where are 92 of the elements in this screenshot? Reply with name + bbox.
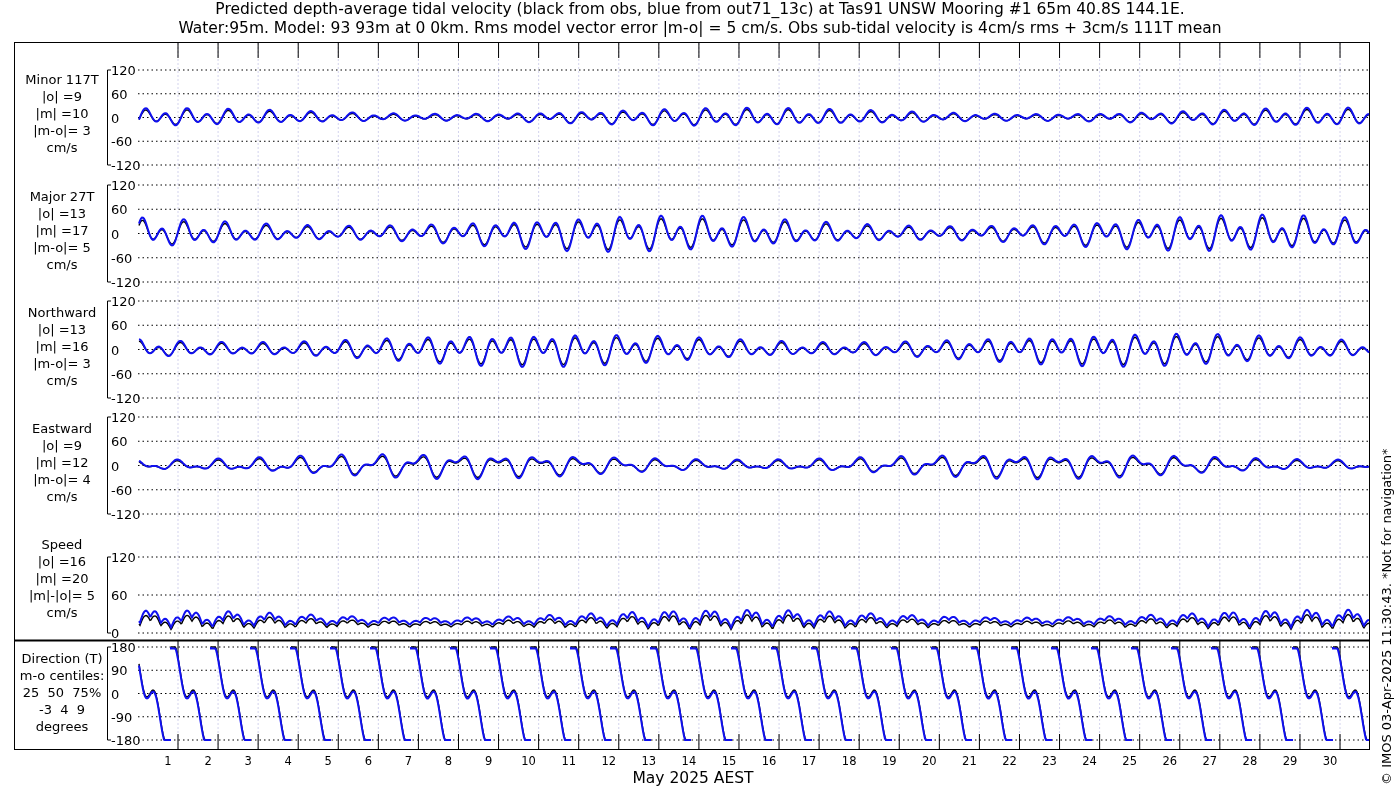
axis-tick-label: -120 [111,158,141,173]
axis-tick-label: 25 [1122,754,1137,768]
panel-label: cm/s [46,257,78,272]
axis-tick-label: 15 [721,754,737,768]
panel-label: |o| =9 [42,438,82,453]
axis-tick-label: 60 [111,318,128,334]
panel-label: |m|-|o|= 5 [28,588,96,603]
axis-tick-label: 60 [111,434,128,450]
axis-tick-label: 120 [111,410,136,425]
axis-tick-label: -60 [111,250,133,266]
panel-label: |m| =17 [35,223,89,238]
axis-tick-label: 17 [801,754,817,768]
axis-tick-label: 29 [1282,754,1298,768]
panel-label: |m-o|= 5 [33,240,91,255]
panel-label: |m-o|= 4 [33,472,91,487]
axis-tick-label: -90 [111,709,133,725]
panel-label: |o| =13 [37,206,87,221]
axis-tick-label: 120 [111,63,136,78]
panel-label: |m-o|= 3 [33,356,91,371]
axis-tick-label: 4 [284,754,292,768]
axis-tick-label: -60 [111,366,133,382]
panel-label: -3 4 9 [39,702,85,717]
axis-tick-label: 14 [681,754,697,768]
axis-tick-label: 7 [404,754,413,768]
axis-tick-label: -120 [111,507,141,522]
axis-tick-label: 0 [111,110,120,126]
panel-label: 25 50 75% [22,685,102,700]
panel-label: |m| =16 [35,339,89,354]
copyright-note: © IMOS 03-Apr-2025 11:30:43. *Not for navigation* [1379,448,1394,785]
axis-tick-label: 13 [641,754,657,768]
axis-tick-label: 120 [111,294,136,309]
axis-tick-label: 2 [204,754,212,768]
axis-tick-label: 21 [962,754,977,768]
axis-tick-label: 0 [111,626,120,641]
panel-label: Northward [27,305,97,320]
axis-tick-label: 0 [111,226,120,242]
axis-tick-label: 9 [484,754,493,768]
panel-label: |m| =20 [35,571,89,586]
axis-tick-label: 12 [601,754,617,768]
panel-label: |m| =12 [35,455,89,470]
axis-tick-label: 8 [444,754,453,768]
axis-tick-label: 60 [111,202,128,218]
axis-tick-label: 26 [1162,754,1178,768]
axis-tick-label: 90 [111,663,128,679]
panel-label: |m-o|= 3 [33,123,91,138]
panel-label: |o| =9 [42,89,82,104]
panel-label: cm/s [46,373,78,388]
axis-tick-label: 0 [111,458,120,474]
axis-tick-label: 120 [111,550,136,565]
axis-tick-label: 18 [841,754,857,768]
panel-label: m-o centiles: [19,668,105,683]
axis-tick-label: 11 [561,754,576,768]
panel-label: Minor 117T [25,72,99,87]
axis-tick-label: -180 [111,733,141,748]
axis-tick-label: 22 [1002,754,1017,768]
chart-title: Water:95m. Model: 93 93m at 0 0km. Rms model vector error |m-o| = 5 cm/s. Obs sub-tidal velocity is 4cm/s rms + 3cm/s 111T mean [178,19,1222,37]
axis-tick-label: 28 [1242,754,1258,768]
panel-label: |o| =16 [37,554,87,569]
axis-tick-label: 0 [111,686,120,702]
axis-tick-label: 3 [244,754,252,768]
axis-tick-label: 60 [111,86,128,102]
panel-label: Major 27T [29,189,95,204]
axis-tick-label: 120 [111,178,136,193]
axis-tick-label: 60 [111,588,128,603]
panel-label: |m| =10 [35,106,89,121]
axis-title: May 2025 AEST [632,769,754,787]
axis-tick-label: -60 [111,482,133,498]
axis-tick-label: 10 [521,754,536,768]
axis-tick-label: 23 [1042,754,1057,768]
axis-tick-label: -120 [111,391,141,406]
panel-label: Speed [41,537,83,552]
chart-title: Predicted depth-average tidal velocity (black from obs, blue from out71_13c) at Tas91 UNSW Mooring #1 65m 40.8S 144.1E. [215,0,1185,18]
axis-tick-label: 6 [364,754,372,768]
axis-tick-label: 16 [761,754,777,768]
axis-tick-label: 5 [324,754,332,768]
axis-tick-label: -60 [111,134,133,150]
panel-label: degrees [35,719,89,734]
axis-tick-label: 24 [1082,754,1097,768]
panel-label: |o| =13 [37,322,87,337]
axis-tick-label: 0 [111,342,120,358]
panel-label: cm/s [46,140,78,155]
panel-label: cm/s [46,489,78,504]
axis-tick-label: -120 [111,275,141,290]
axis-tick-label: 27 [1202,754,1218,768]
panel-label: Eastward [32,421,92,436]
axis-tick-label: 20 [922,754,937,768]
axis-tick-label: 1 [164,754,172,768]
axis-tick-label: 30 [1322,754,1338,768]
panel-label: cm/s [46,605,78,620]
panel-label: Direction (T) [21,651,103,666]
axis-tick-label: 19 [881,754,897,768]
axis-tick-label: 180 [111,640,136,655]
